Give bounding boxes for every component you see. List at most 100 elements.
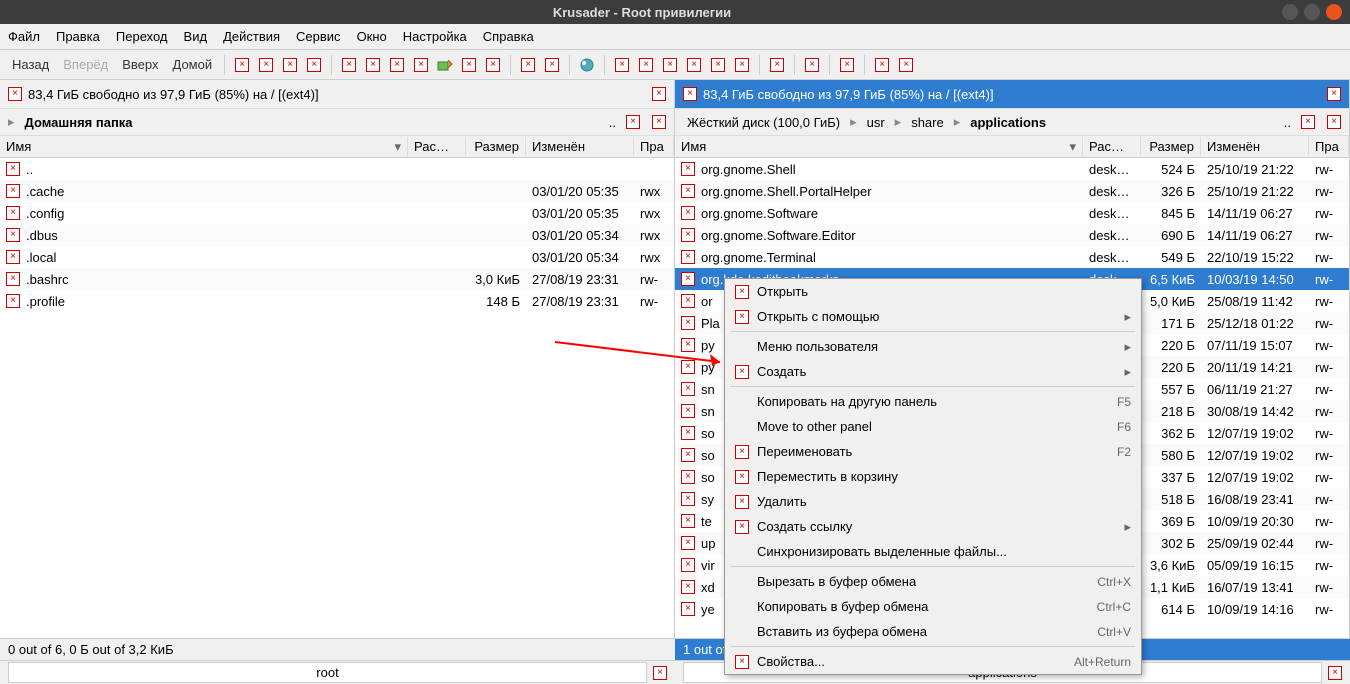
left-file-table[interactable]: Имя▾ Расшир Размер Изменён Пра ×..×.cach… [0,136,674,638]
table-row[interactable]: ×.. [0,158,674,180]
toolbar-icon[interactable]: × [661,56,679,74]
toolbar-icon[interactable]: × [340,56,358,74]
menu-service[interactable]: Сервис [296,29,341,44]
panel-action-icon[interactable]: × [1327,87,1341,101]
col-name[interactable]: Имя▾ [675,137,1083,157]
menu-file[interactable]: Файл [8,29,40,44]
breadcrumb-up[interactable]: .. [1280,113,1295,132]
toolbar-icon[interactable]: × [519,56,537,74]
toolbar-icon[interactable]: × [543,56,561,74]
col-name[interactable]: Имя▾ [0,137,408,157]
toolbar-icon[interactable]: × [484,56,502,74]
context-menu-item[interactable]: ×Создать▸ [725,359,1141,384]
close-button[interactable] [1326,4,1342,20]
context-menu-item[interactable]: ×Открыть [725,279,1141,304]
breadcrumb-up[interactable]: .. [605,113,620,132]
toolbar-icon[interactable]: × [388,56,406,74]
breadcrumb-home[interactable]: Домашняя папка [21,113,137,132]
breadcrumb-icon[interactable]: × [626,115,640,129]
toolbar-icon[interactable]: × [897,56,915,74]
maximize-button[interactable] [1304,4,1320,20]
col-perm[interactable]: Пра [1309,137,1349,156]
toolbar-icon[interactable]: × [685,56,703,74]
breadcrumb-disk[interactable]: Жёсткий диск (100,0 ГиБ) [683,113,844,132]
menu-view[interactable]: Вид [184,29,208,44]
nav-back[interactable]: Назад [8,55,53,74]
menu-help[interactable]: Справка [483,29,534,44]
toolbar-icon[interactable] [578,56,596,74]
toolbar-icon[interactable]: × [838,56,856,74]
left-path-input[interactable] [8,662,647,683]
col-mod[interactable]: Изменён [526,137,634,156]
table-row[interactable]: ×.config03/01/20 05:35rwx [0,202,674,224]
context-menu-item[interactable]: ×Создать ссылку▸ [725,514,1141,539]
breadcrumb-icon[interactable]: × [652,115,666,129]
toolbar-icon[interactable]: × [257,56,275,74]
breadcrumb-icon[interactable]: × [1301,115,1315,129]
menu-go[interactable]: Переход [116,29,168,44]
context-menu-item[interactable]: ×Удалить [725,489,1141,514]
toolbar-icon[interactable]: × [613,56,631,74]
context-menu-item[interactable]: ×Переместить в корзину [725,464,1141,489]
context-menu-item[interactable]: ×ПереименоватьF2 [725,439,1141,464]
table-row[interactable]: ×.profile148 Б27/08/19 23:31rw- [0,290,674,312]
context-menu-item[interactable]: Move to other panelF6 [725,414,1141,439]
toolbar-icon[interactable]: × [281,56,299,74]
toolbar-icon[interactable] [436,56,454,74]
table-row[interactable]: ×.cache03/01/20 05:35rwx [0,180,674,202]
menu-actions[interactable]: Действия [223,29,280,44]
table-row[interactable]: ×.local03/01/20 05:34rwx [0,246,674,268]
table-row[interactable]: ×org.gnome.Terminaldesk…549 Б22/10/19 15… [675,246,1349,268]
col-ext[interactable]: Расшир [1083,137,1141,156]
toolbar-icon[interactable]: × [305,56,323,74]
media-icon[interactable]: × [8,87,22,101]
toolbar-icon[interactable]: × [733,56,751,74]
toolbar-icon[interactable]: × [412,56,430,74]
toolbar-icon[interactable]: × [873,56,891,74]
menu-window[interactable]: Окно [357,29,387,44]
nav-home[interactable]: Домой [169,55,217,74]
context-menu-item[interactable]: Синхронизировать выделенные файлы... [725,539,1141,564]
input-action-icon[interactable]: × [653,666,667,680]
toolbar-icon[interactable]: × [233,56,251,74]
table-row[interactable]: ×org.gnome.Shelldesk…524 Б25/10/19 21:22… [675,158,1349,180]
col-perm[interactable]: Пра [634,137,674,156]
table-row[interactable]: ×org.gnome.Softwaredesk…845 Б14/11/19 06… [675,202,1349,224]
breadcrumb-part[interactable]: usr [863,113,889,132]
toolbar-icon[interactable]: × [709,56,727,74]
table-row[interactable]: ×org.gnome.Software.Editordesk…690 Б14/1… [675,224,1349,246]
toolbar-icon[interactable]: × [803,56,821,74]
toolbar-icon[interactable]: × [637,56,655,74]
context-menu-item[interactable]: ×Открыть с помощью▸ [725,304,1141,329]
col-ext[interactable]: Расшир [408,137,466,156]
menu-edit[interactable]: Правка [56,29,100,44]
context-menu-item[interactable]: Копировать на другую панельF5 [725,389,1141,414]
col-mod[interactable]: Изменён [1201,137,1309,156]
minimize-button[interactable] [1282,4,1298,20]
file-name: sn [701,382,715,397]
nav-forward[interactable]: Вперёд [59,55,112,74]
toolbar-icon[interactable]: × [460,56,478,74]
table-row[interactable]: ×.dbus03/01/20 05:34rwx [0,224,674,246]
breadcrumb-icon[interactable]: × [1327,115,1341,129]
menu-settings[interactable]: Настройка [403,29,467,44]
context-menu-item[interactable]: Вырезать в буфер обменаCtrl+X [725,569,1141,594]
toolbar-icon[interactable]: × [768,56,786,74]
input-action-icon[interactable]: × [1328,666,1342,680]
table-row[interactable]: ×.bashrc3,0 КиБ27/08/19 23:31rw- [0,268,674,290]
media-icon[interactable]: × [683,87,697,101]
nav-up[interactable]: Вверх [118,55,162,74]
table-row[interactable]: ×org.gnome.Shell.PortalHelperdesk…326 Б2… [675,180,1349,202]
context-menu-item[interactable]: Вставить из буфера обменаCtrl+V [725,619,1141,644]
context-menu-item[interactable]: ×Свойства...Alt+Return [725,649,1141,674]
breadcrumb-current[interactable]: applications [966,113,1050,132]
file-name: so [701,426,715,441]
panel-action-icon[interactable]: × [652,87,666,101]
context-menu[interactable]: ×Открыть×Открыть с помощью▸ Меню пользова… [724,278,1142,675]
context-menu-item[interactable]: Меню пользователя▸ [725,334,1141,359]
col-size[interactable]: Размер [1141,137,1201,156]
context-menu-item[interactable]: Копировать в буфер обменаCtrl+C [725,594,1141,619]
toolbar-icon[interactable]: × [364,56,382,74]
breadcrumb-part[interactable]: share [907,113,948,132]
col-size[interactable]: Размер [466,137,526,156]
